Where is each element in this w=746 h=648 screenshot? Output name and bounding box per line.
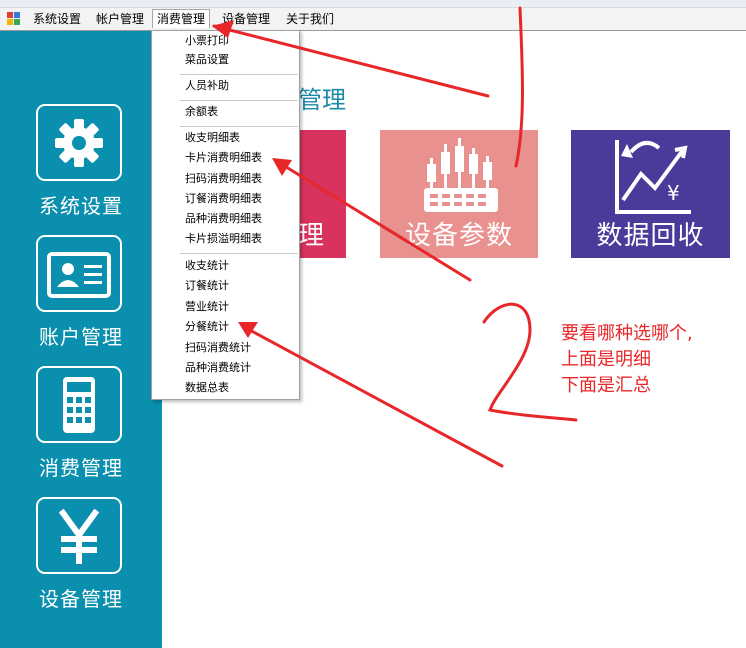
sidebar-tile-account-management[interactable]	[36, 235, 122, 312]
sidebar-label-system-settings: 系统设置	[39, 194, 123, 218]
menu-separator	[180, 100, 298, 101]
menu-item-receipt-print[interactable]: 小票打印	[185, 34, 229, 48]
sidebar-tile-consumption-management[interactable]	[36, 366, 122, 443]
annotation-line: 要看哪种选哪个,	[561, 323, 693, 344]
card-data-recovery[interactable]: ¥ 数据回收	[571, 130, 730, 258]
menu-item-variety-consumption-detail[interactable]: 品种消费明细表	[185, 212, 262, 226]
menu-item-meal-split-stats[interactable]: 分餐统计	[185, 320, 229, 334]
card-device-params-label: 设备参数	[404, 221, 513, 251]
card-consumption-label: 理	[298, 221, 326, 251]
pos-terminal-icon	[424, 138, 498, 212]
sidebar-tile-device-management[interactable]	[36, 497, 122, 574]
annotation-line: 上面是明细	[561, 349, 651, 370]
card-consumption[interactable]: 理	[298, 130, 346, 258]
data-chart-icon: ¥	[615, 140, 691, 214]
menu-item-income-expense-stats[interactable]: 收支统计	[185, 259, 229, 273]
menu-device-management[interactable]: 设备管理	[218, 11, 274, 27]
sidebar-tile-system-settings[interactable]	[36, 104, 122, 181]
menu-separator	[180, 74, 298, 75]
annotation-note: 要看哪种选哪个, 上面是明细 下面是汇总	[561, 321, 693, 399]
menu-item-variety-consumption-stats[interactable]: 品种消费统计	[185, 361, 251, 375]
menu-item-order-stats[interactable]: 订餐统计	[185, 279, 229, 293]
menu-consumption-management[interactable]: 消费管理	[152, 9, 211, 28]
menu-account-management[interactable]: 帐户管理	[92, 11, 148, 27]
sidebar-label-device-management: 设备管理	[39, 587, 123, 611]
calculator-icon	[63, 377, 95, 433]
menu-item-order-consumption-detail[interactable]: 订餐消费明细表	[185, 192, 262, 206]
svg-text:¥: ¥	[667, 181, 680, 205]
menu-item-data-summary[interactable]: 数据总表	[185, 381, 229, 395]
menu-separator	[180, 253, 298, 254]
yen-icon	[58, 508, 100, 564]
gear-icon	[55, 119, 103, 167]
menu-item-income-expense-detail[interactable]: 收支明细表	[185, 131, 240, 145]
card-device-params[interactable]: 设备参数	[380, 130, 538, 258]
menu-item-business-stats[interactable]: 营业统计	[185, 300, 229, 314]
card-data-recovery-label: 数据回收	[596, 221, 705, 251]
menu-item-scan-consumption-detail[interactable]: 扫码消费明细表	[185, 172, 262, 186]
menu-item-card-consumption-detail[interactable]: 卡片消费明细表	[185, 151, 262, 165]
menu-separator	[180, 126, 298, 127]
sidebar-label-consumption-management: 消费管理	[39, 456, 123, 480]
window-title-bar	[0, 0, 746, 8]
app-icon	[7, 12, 20, 25]
page-title: 管理	[298, 86, 346, 114]
consumption-dropdown-menu: 小票打印 菜品设置 人员补助 余额表 收支明细表 卡片消费明细表 扫码消费明细表…	[151, 30, 300, 400]
menu-item-scan-consumption-stats[interactable]: 扫码消费统计	[185, 341, 251, 355]
menu-system-settings[interactable]: 系统设置	[29, 11, 85, 27]
menu-item-balance-sheet[interactable]: 余额表	[185, 105, 218, 119]
menu-bar: 系统设置 帐户管理 消费管理 设备管理 关于我们	[0, 8, 746, 31]
sidebar-label-account-management: 账户管理	[39, 325, 123, 349]
menu-item-dish-settings[interactable]: 菜品设置	[185, 53, 229, 67]
sidebar: 系统设置 账户管理 消费管理 设备管理	[0, 31, 162, 648]
menu-about-us[interactable]: 关于我们	[282, 11, 338, 27]
menu-item-staff-subsidy[interactable]: 人员补助	[185, 79, 229, 93]
id-card-icon	[47, 252, 111, 298]
annotation-line: 下面是汇总	[561, 375, 651, 396]
menu-item-card-loss-detail[interactable]: 卡片损溢明细表	[185, 232, 262, 246]
